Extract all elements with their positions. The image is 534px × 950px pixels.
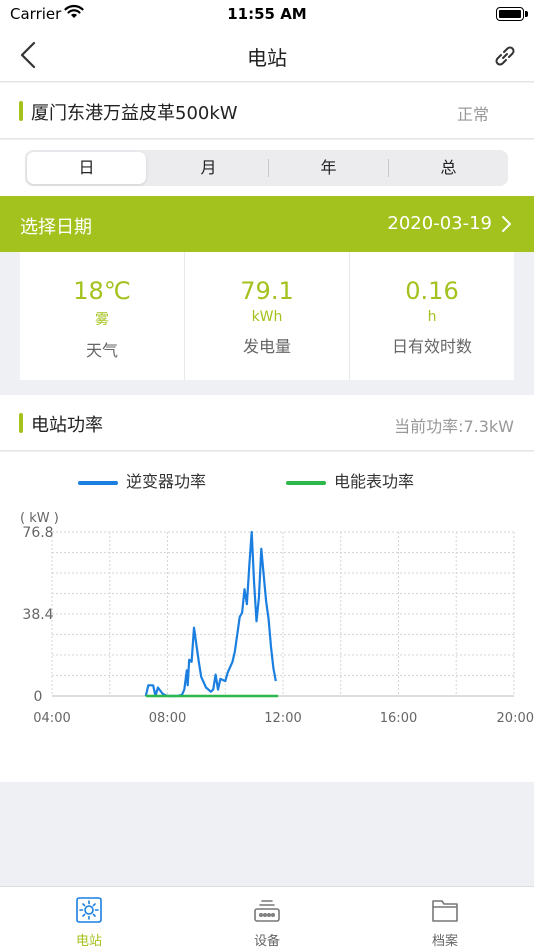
weather-temperature: 18℃ [73, 277, 131, 305]
x-tick-label: 04:00 [33, 711, 70, 726]
current-power: 当前功率:7.3kW [394, 417, 514, 436]
tab-bar: 电站 设备 档案 [0, 886, 534, 950]
legend-label-meter: 电能表功率 [334, 472, 415, 491]
tab-station-label: 电站 [75, 934, 102, 949]
device-icon [254, 900, 280, 922]
tab-device[interactable]: 设备 [178, 887, 356, 950]
stat-weather: 18℃ 雾 天气 [20, 252, 184, 380]
stat-generation: 79.1 kWh 发电量 [184, 252, 349, 380]
folder-icon [432, 900, 458, 922]
x-tick-label: 12:00 [264, 711, 301, 726]
power-section-header: 电站功率 当前功率:7.3kW [0, 395, 534, 451]
segment-total[interactable]: 总 [389, 150, 508, 186]
section-marker [19, 101, 23, 121]
sun-icon [76, 897, 102, 923]
x-tick-label: 16:00 [380, 711, 417, 726]
station-name: 厦门东港万益皮革500kW [31, 103, 238, 124]
x-tick-label: 08:00 [149, 711, 186, 726]
date-selector[interactable]: 选择日期 2020-03-19 [0, 196, 534, 252]
weather-condition: 雾 [95, 312, 109, 328]
stat-effective-hours: 0.16 h 日有效时数 [349, 252, 514, 380]
station-status: 正常 [456, 105, 489, 124]
segment-month[interactable]: 月 [149, 150, 268, 186]
navigation-bar: 电站 [0, 30, 534, 82]
period-selector-container: 日 月 年 总 [0, 140, 534, 196]
tab-archive-label: 档案 [431, 934, 458, 949]
legend-label-inverter: 逆变器功率 [126, 472, 207, 491]
legend-swatch-meter [286, 480, 326, 485]
status-bar: Carrier 11:55 AM [0, 0, 534, 30]
tab-station[interactable]: 电站 [0, 887, 178, 950]
y-tick-label: 38.4 [22, 607, 53, 623]
generation-caption: 发电量 [242, 337, 291, 356]
chevron-right-icon [502, 216, 511, 232]
x-tick-label: 20:00 [497, 711, 534, 726]
power-line-chart: ( kW )76.8 38.4 0 04:00 08:00 12:00 16:00 20:00 [20, 511, 534, 726]
legend-item-inverter: 逆变器功率 [78, 468, 206, 492]
link-icon[interactable] [490, 41, 520, 71]
clock: 11:55 AM [227, 5, 307, 23]
selected-date[interactable]: 2020-03-19 [387, 213, 492, 234]
period-segmented-control: 日 月 年 总 [25, 150, 508, 186]
power-section-title: 电站功率 [31, 415, 103, 436]
effective-hours-caption: 日有效时数 [391, 337, 472, 356]
tab-archive[interactable]: 档案 [356, 887, 534, 950]
segment-year[interactable]: 年 [269, 150, 388, 186]
weather-caption: 天气 [85, 341, 118, 360]
station-header: 厦门东港万益皮革500kW 正常 [0, 83, 534, 139]
battery-icon [496, 7, 528, 21]
generation-unit: kWh [251, 309, 283, 325]
legend-item-meter: 电能表功率 [286, 468, 414, 492]
segment-day[interactable]: 日 [27, 152, 146, 184]
effective-hours-unit: h [427, 309, 437, 325]
y-tick-label: 0 [34, 689, 43, 705]
power-chart-area: 逆变器功率 电能表功率 ( kW ) 76.8 38.4 0 04:00 08:00 12:… [0, 452, 534, 782]
page-title: 电站 [247, 46, 287, 70]
tab-device-label: 设备 [253, 934, 280, 949]
section-marker [19, 413, 23, 433]
generation-value: 79.1 [240, 277, 294, 305]
date-selector-label: 选择日期 [20, 217, 92, 238]
effective-hours-value: 0.16 [405, 277, 459, 305]
y-tick-label: 76.8 [22, 525, 53, 541]
y-axis-label: ( kW ) [20, 511, 59, 526]
daily-stats-card: 18℃ 雾 天气 79.1 kWh 发电量 0.16 h 日有效时数 [20, 252, 514, 380]
chart-legend: 逆变器功率 电能表功率 [0, 468, 534, 492]
legend-swatch-inverter [78, 480, 118, 485]
